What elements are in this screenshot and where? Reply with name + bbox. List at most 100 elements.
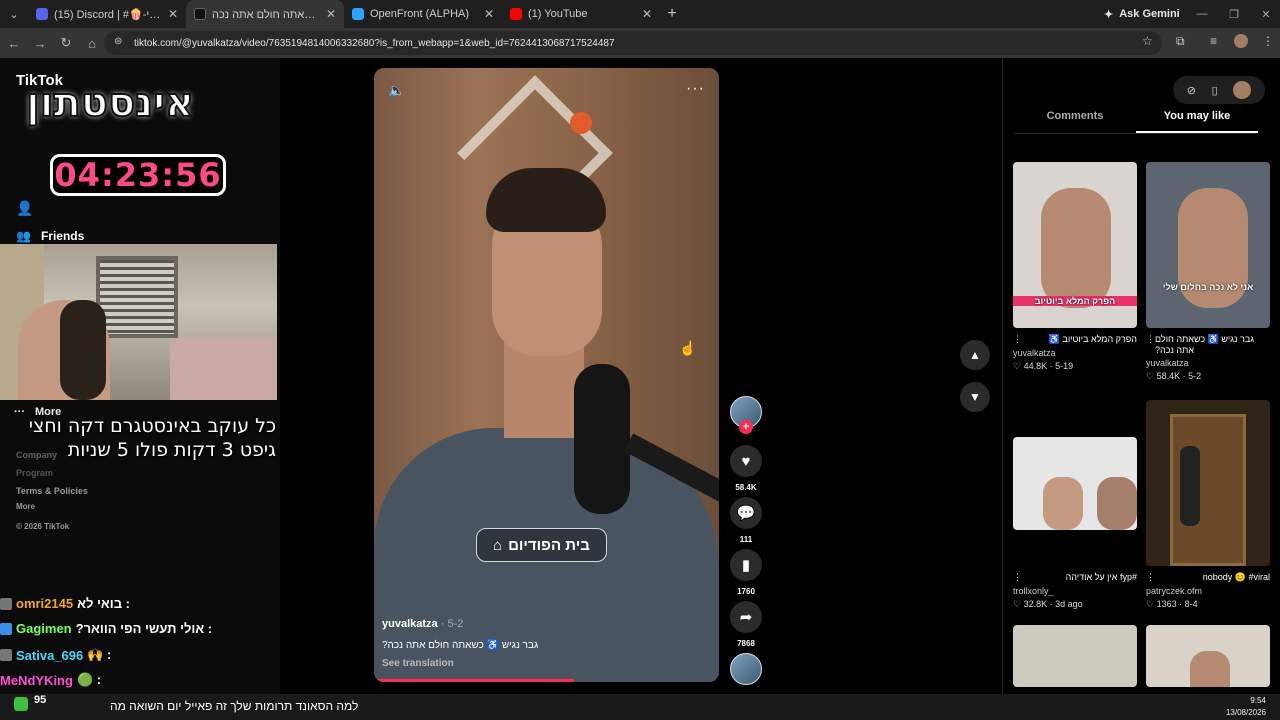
- video-thumbnail: [1146, 400, 1270, 566]
- chat-message: MeNdYKing : 🟢: [0, 672, 280, 688]
- card-author[interactable]: yuvalkatza: [1013, 348, 1137, 358]
- maximize-button[interactable]: ❐: [1218, 0, 1250, 28]
- card-author[interactable]: patryczek.ofm: [1146, 586, 1270, 596]
- next-video-button[interactable]: ▼: [960, 382, 990, 412]
- ask-gemini-button[interactable]: ✦ Ask Gemini: [1104, 4, 1180, 24]
- tab-title: OpenFront (ALPHA): [370, 8, 470, 20]
- footer-more[interactable]: More: [16, 502, 35, 511]
- footer-company[interactable]: Company: [16, 450, 57, 460]
- compass-icon[interactable]: ⊘: [1187, 84, 1196, 97]
- window-close-button[interactable]: ✕: [1250, 0, 1280, 28]
- save-count: 1760: [737, 587, 755, 596]
- card-meta: ♡ 32.8K · 3d ago: [1013, 599, 1083, 609]
- chat-text: : 🙌: [87, 647, 112, 662]
- tab-youtube[interactable]: (1) YouTube ✕: [502, 0, 660, 28]
- menu-icon[interactable]: ⋮: [1262, 34, 1274, 48]
- tab-tiktok[interactable]: גבר נגיש ♿ כשאתה חולם אתה נכה ✕: [186, 0, 344, 28]
- footer-terms[interactable]: Terms & Policies: [16, 486, 88, 496]
- share-count: 7868: [737, 639, 755, 648]
- minimize-button[interactable]: —: [1186, 0, 1218, 28]
- video-caption-sticker: בית הפודיום ⌂: [476, 528, 607, 562]
- close-icon[interactable]: ✕: [484, 7, 494, 21]
- close-icon[interactable]: ✕: [168, 7, 178, 21]
- volume-icon[interactable]: 🔈: [388, 82, 405, 99]
- card-title: #fyp אין על אודיהה: [1065, 572, 1137, 582]
- more-vertical-icon[interactable]: ⋮: [1146, 334, 1155, 355]
- sound-avatar-button[interactable]: [730, 653, 762, 685]
- reload-icon[interactable]: ↻: [54, 31, 78, 55]
- chat-username: Gagimen: [16, 621, 72, 636]
- previous-video-button[interactable]: ▲: [960, 340, 990, 370]
- tab-openfront[interactable]: OpenFront (ALPHA) ✕: [344, 0, 502, 28]
- viewer-count: 95: [34, 694, 47, 706]
- comment-button[interactable]: 💬 111: [730, 497, 762, 544]
- share-button[interactable]: ➦ 7868: [730, 601, 762, 648]
- recommended-video-card[interactable]: #fyp אין על אודיהה ⋮ trollxonly_ ♡ 32.8K …: [1013, 437, 1137, 610]
- banner-title: אינסטתון: [25, 79, 195, 127]
- close-icon[interactable]: ✕: [326, 7, 336, 21]
- recommended-video-card[interactable]: [1146, 625, 1270, 687]
- card-likes: 58.4K: [1156, 371, 1181, 381]
- close-icon[interactable]: ✕: [642, 7, 652, 21]
- see-translation-link[interactable]: See translation: [382, 658, 454, 669]
- extensions-icon[interactable]: ⧉: [1176, 34, 1185, 49]
- recommended-video-card[interactable]: nobody 😊 #viral ⋮ patryczek.ofm ♡ 1363 · …: [1146, 400, 1270, 610]
- video-player[interactable]: 🔈 ··· בית הפודיום ⌂ yuvalkatza · 5-2 גבר…: [374, 68, 719, 682]
- bookmark-star-icon[interactable]: ☆: [1142, 34, 1153, 48]
- microphone-image: [574, 364, 630, 514]
- chat-text: : 🟢: [76, 672, 102, 687]
- tab-title: (15) Discord | #🍿-ראשי-🍿: [54, 8, 162, 21]
- card-author[interactable]: trollxonly_: [1013, 586, 1137, 596]
- chat-badge-icon: [0, 649, 12, 661]
- tab-search-button[interactable]: ⌄: [0, 0, 28, 28]
- phone-icon[interactable]: ▯: [1212, 84, 1218, 97]
- recommended-video-card[interactable]: הפרק המלא ביוטיוב הפרק המלא ביוטיוב ♿ ⋮ y…: [1013, 162, 1137, 372]
- card-author[interactable]: yuvalkatza: [1146, 358, 1270, 368]
- home-icon: ⌂: [493, 536, 503, 554]
- thumbnail-caption: הפרק המלא ביוטיוב: [1013, 296, 1137, 306]
- like-count: 58.4K: [735, 483, 757, 492]
- youtube-icon: [510, 8, 522, 20]
- more-vertical-icon[interactable]: ⋮: [1013, 572, 1022, 583]
- more-vertical-icon[interactable]: ⋮: [1146, 572, 1155, 583]
- card-date: 8-4: [1184, 599, 1198, 609]
- tab-you-may-like[interactable]: You may like: [1136, 110, 1258, 133]
- new-tab-button[interactable]: +: [660, 5, 684, 23]
- card-title: nobody 😊 #viral: [1202, 572, 1270, 582]
- user-avatar[interactable]: [1233, 81, 1252, 99]
- donation-ticker: למה הסאונד תרומות שלך זה פאייל יום השואה…: [110, 699, 359, 713]
- footer-program[interactable]: Program: [16, 468, 53, 478]
- sidebar-item-friends[interactable]: 👥 Friends: [16, 229, 84, 243]
- tab-comments[interactable]: Comments: [1014, 110, 1136, 133]
- recommended-video-card[interactable]: אני לא נכה בחלום שלי גבר נגיש ♿ כשאתה חו…: [1146, 162, 1270, 382]
- chat-username: Sativa_696: [16, 647, 84, 663]
- home-icon[interactable]: ⌂: [80, 31, 104, 55]
- like-button[interactable]: ♥ 58.4K: [730, 445, 762, 492]
- chat-text: : בואי לא: [77, 596, 130, 611]
- more-options-icon[interactable]: ···: [686, 80, 705, 98]
- author-avatar-button[interactable]: +: [730, 396, 762, 434]
- caption-text: בית הפודיום: [508, 536, 590, 554]
- tab-discord[interactable]: (15) Discord | #🍿-ראשי-🍿 ✕: [28, 0, 186, 28]
- friends-label: Friends: [40, 229, 85, 243]
- back-icon[interactable]: ←: [2, 31, 26, 55]
- url-text: tiktok.com/@yuvalkatza/video/76351948140…: [134, 37, 615, 49]
- profile-avatar[interactable]: [1234, 34, 1248, 48]
- chat-badge-icon: [0, 597, 12, 610]
- follow-plus-icon[interactable]: +: [739, 420, 753, 434]
- recommended-video-card[interactable]: [1013, 625, 1137, 687]
- video-progress-bar[interactable]: [374, 679, 575, 682]
- card-meta: ♡ 1363 · 8-4: [1146, 599, 1198, 609]
- video-author[interactable]: yuvalkatza · 5-2: [382, 618, 463, 630]
- comment-count: 111: [739, 535, 753, 544]
- save-button[interactable]: ▮ 1760: [730, 549, 762, 596]
- forward-icon[interactable]: →: [28, 31, 52, 55]
- more-vertical-icon[interactable]: ⋮: [1013, 334, 1022, 345]
- video-thumbnail: אני לא נכה בחלום שלי: [1146, 162, 1270, 328]
- media-icon[interactable]: ≡: [1210, 34, 1217, 48]
- address-bar[interactable]: ⊜ tiktok.com/@yuvalkatza/video/763519481…: [104, 31, 1162, 55]
- card-date: 5-2: [1188, 371, 1202, 381]
- site-info-icon[interactable]: ⊜: [114, 36, 122, 47]
- panel-tabs: Comments You may like: [1014, 110, 1258, 134]
- kick-icon: [14, 697, 28, 711]
